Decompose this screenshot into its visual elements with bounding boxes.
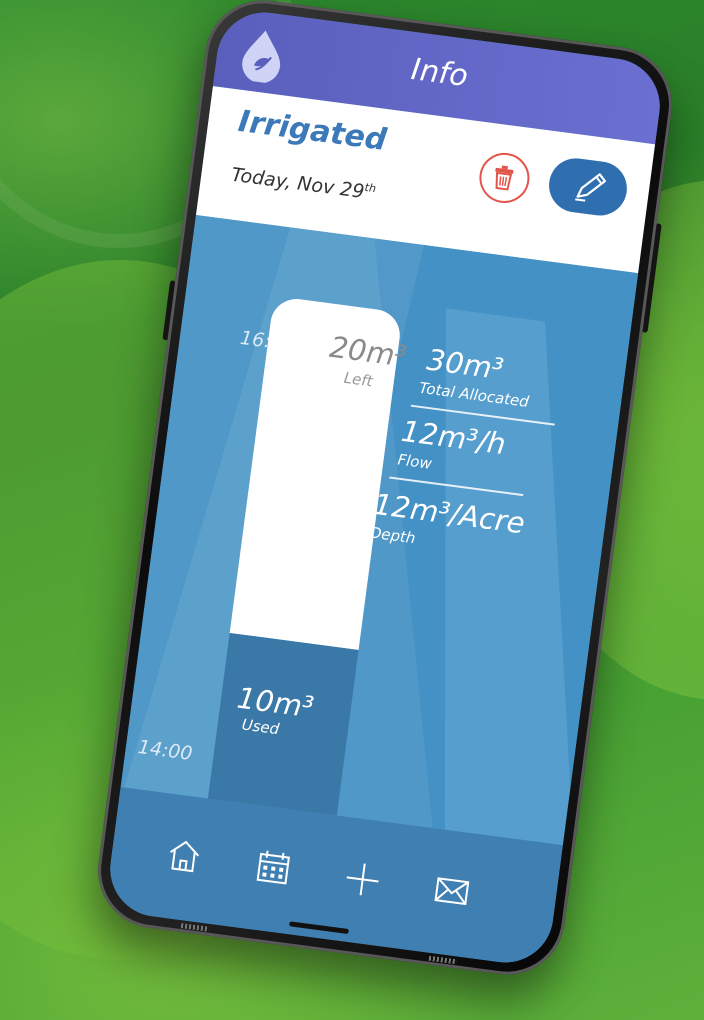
home-icon [170, 840, 200, 873]
mail-icon [434, 877, 470, 906]
nav-add[interactable] [329, 846, 396, 913]
date-suffix: th [363, 180, 377, 196]
nav-home[interactable] [151, 822, 218, 889]
nav-calendar[interactable] [240, 834, 307, 901]
irrigation-status: Irrigated [236, 103, 389, 159]
home-indicator [288, 921, 350, 935]
nav-messages[interactable] [418, 858, 485, 925]
left-label: Left [342, 368, 374, 391]
edit-button[interactable] [545, 155, 631, 219]
trash-icon [495, 165, 514, 191]
bar-used [207, 632, 359, 819]
allocation-panel: 16:00 20m³ Left 10m³ Used 30m³ Total All… [120, 214, 639, 846]
delete-button[interactable] [476, 149, 533, 206]
plus-icon [346, 863, 379, 896]
calendar-icon [256, 850, 290, 885]
date-text: Today, Nov 29 [230, 163, 366, 203]
pencil-icon [575, 173, 606, 202]
irrigation-date: Today, Nov 29th [230, 163, 377, 204]
